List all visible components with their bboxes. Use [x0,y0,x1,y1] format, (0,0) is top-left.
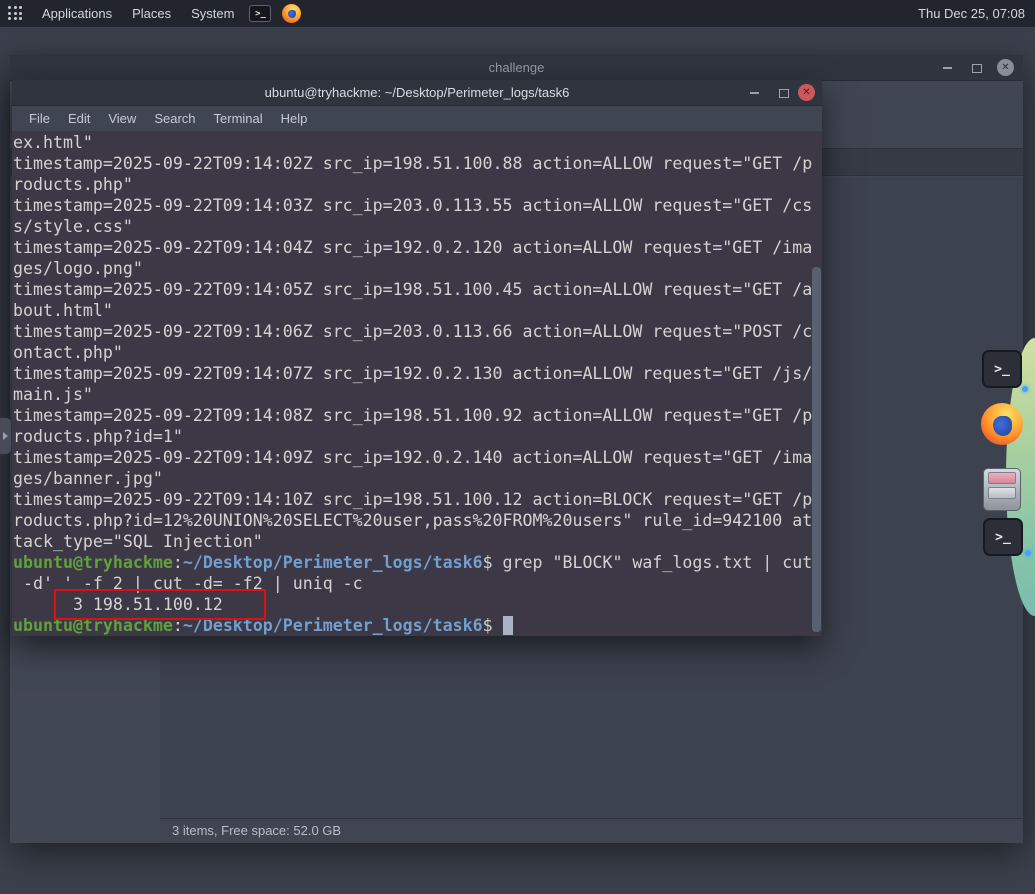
menu-applications[interactable]: Applications [32,0,122,27]
terminal-scrollbar-thumb[interactable] [812,267,821,632]
terminal-line: main.js" [13,385,93,404]
desktop-terminal-icon-2[interactable]: >_ [983,518,1023,556]
desktop-file-cabinet-icon[interactable] [983,468,1021,511]
top-panel: Applications Places System >_ Thu Dec 25… [0,0,1035,27]
terminal-line: ontact.php" [13,343,123,362]
answer-highlight-box [54,589,266,620]
challenge-titlebar[interactable]: challenge ✕ [10,55,1023,81]
terminal-menu-search[interactable]: Search [145,111,204,126]
terminal-line: ges/logo.png" [13,259,143,278]
terminal-line: timestamp=2025-09-22T09:14:03Z src_ip=20… [13,196,813,215]
terminal-line: ges/banner.jpg" [13,469,163,488]
notification-dot-1 [1022,386,1028,392]
terminal-menu-view[interactable]: View [99,111,145,126]
desktop-terminal-icon-1[interactable]: >_ [982,350,1022,388]
terminal-line: tack_type="SQL Injection" [13,532,263,551]
terminal-line: s/style.css" [13,217,133,236]
terminal-line: timestamp=2025-09-22T09:14:09Z src_ip=19… [13,448,813,467]
firefox-launcher-icon[interactable] [282,4,302,23]
terminal-menu-terminal[interactable]: Terminal [205,111,272,126]
challenge-maximize-button[interactable] [972,60,982,76]
terminal-line: ex.html" [13,133,93,152]
terminal-line: timestamp=2025-09-22T09:14:08Z src_ip=19… [13,406,813,425]
notification-dot-2 [1025,550,1031,556]
terminal-line: timestamp=2025-09-22T09:14:10Z src_ip=19… [13,490,813,509]
terminal-line: roducts.php?id=1" [13,427,183,446]
terminal-menu-file[interactable]: File [20,111,59,126]
terminal-line: ubuntu@tryhackme:~/Desktop/Perimeter_log… [13,553,813,572]
terminal-close-button[interactable]: ✕ [798,84,815,101]
terminal-line: timestamp=2025-09-22T09:14:04Z src_ip=19… [13,238,813,257]
terminal-menu-edit[interactable]: Edit [59,111,99,126]
terminal-line: timestamp=2025-09-22T09:14:05Z src_ip=19… [13,280,813,299]
terminal-minimize-button[interactable] [749,85,759,101]
challenge-close-button[interactable]: ✕ [997,59,1014,76]
terminal-line: roducts.php?id=12%20UNION%20SELECT%20use… [13,511,813,530]
menu-places[interactable]: Places [122,0,181,27]
menu-system[interactable]: System [181,0,244,27]
terminal-titlebar[interactable]: ubuntu@tryhackme: ~/Desktop/Perimeter_lo… [12,80,822,106]
terminal-line: timestamp=2025-09-22T09:14:06Z src_ip=20… [13,322,813,341]
terminal-launcher-icon[interactable]: >_ [249,5,272,22]
terminal-restore-button[interactable] [779,85,789,101]
clock[interactable]: Thu Dec 25, 07:08 [918,6,1025,21]
terminal-screen[interactable]: ex.html" timestamp=2025-09-22T09:14:02Z s… [12,131,822,636]
applications-grid-icon[interactable] [8,6,23,21]
challenge-window-title: challenge [488,60,545,75]
cabinet-bottom-drawer [988,487,1016,499]
terminal-window-title: ubuntu@tryhackme: ~/Desktop/Perimeter_lo… [264,85,570,100]
terminal-window: ubuntu@tryhackme: ~/Desktop/Perimeter_lo… [12,80,822,636]
terminal-output: ex.html" timestamp=2025-09-22T09:14:02Z s… [13,132,822,636]
terminal-menubar: File Edit View Search Terminal Help [12,106,822,131]
challenge-status-bar: 3 items, Free space: 52.0 GB [160,818,1023,843]
challenge-minimize-button[interactable] [942,60,952,76]
terminal-line: timestamp=2025-09-22T09:14:02Z src_ip=19… [13,154,813,173]
desktop-firefox-icon[interactable] [981,403,1023,445]
cabinet-top-drawer [988,472,1016,484]
terminal-line: roducts.php" [13,175,133,194]
terminal-menu-help[interactable]: Help [272,111,317,126]
terminal-line: bout.html" [13,301,113,320]
hidden-panel-handle[interactable] [0,418,11,454]
terminal-line: timestamp=2025-09-22T09:14:07Z src_ip=19… [13,364,813,383]
